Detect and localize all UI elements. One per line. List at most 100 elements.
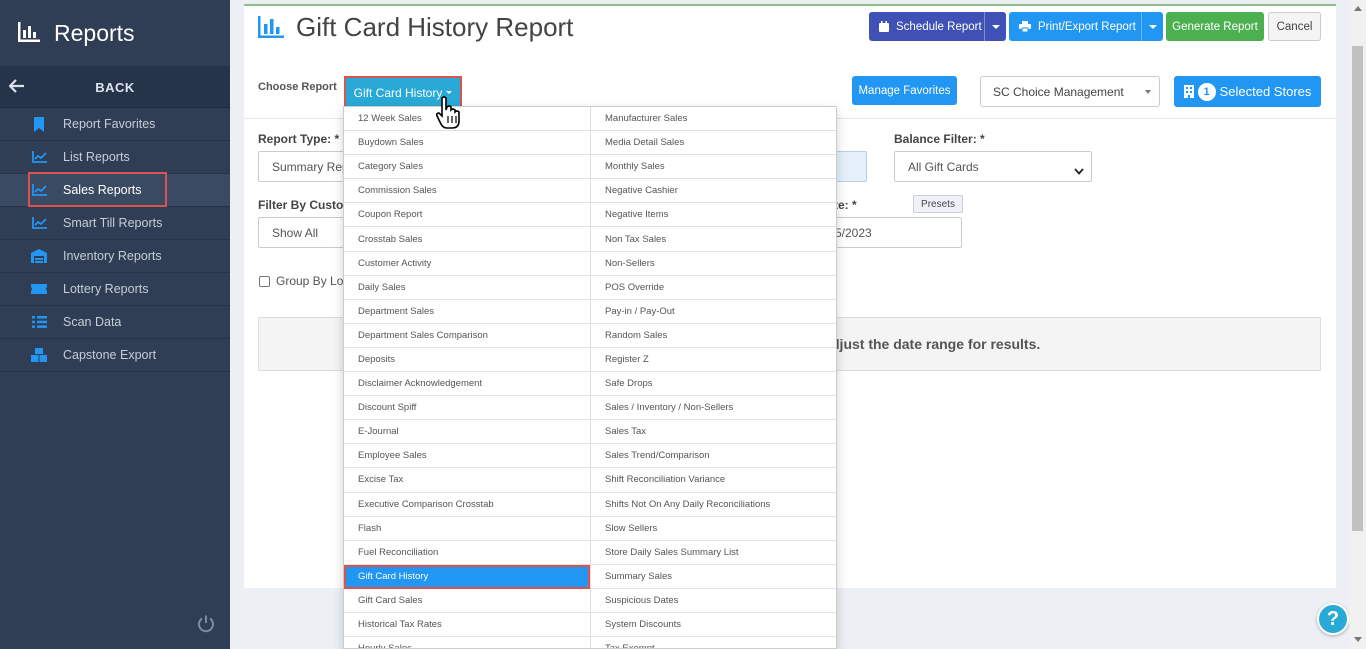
manage-favorites-button[interactable]: Manage Favorites [852, 76, 957, 105]
sidebar-item-smart-till-reports[interactable]: Smart Till Reports [0, 207, 230, 240]
menu-item-non-tax-sales[interactable]: Non Tax Sales [591, 227, 836, 252]
end-date-input[interactable]: 5/2023 [834, 217, 962, 248]
menu-item-commission-sales[interactable]: Commission Sales [344, 179, 590, 204]
date-field-partial[interactable] [834, 151, 867, 182]
menu-item-crosstab-sales[interactable]: Crosstab Sales [344, 227, 590, 252]
menu-item-monthly-sales[interactable]: Monthly Sales [591, 155, 836, 180]
menu-item-employee-sales[interactable]: Employee Sales [344, 444, 590, 469]
menu-item-summary-sales[interactable]: Summary Sales [591, 565, 836, 589]
menu-column-left: 12 Week Sales Buydown Sales Category Sales… [344, 107, 591, 648]
print-caret-button[interactable] [1141, 12, 1163, 41]
menu-item-system-discounts[interactable]: System Discounts [591, 613, 836, 638]
printer-icon [1019, 21, 1031, 32]
sidebar-item-inventory-reports[interactable]: Inventory Reports [0, 240, 230, 273]
balance-filter-select[interactable]: All Gift Cards [894, 151, 1092, 182]
menu-item-12-week-sales[interactable]: 12 Week Sales [344, 107, 590, 132]
menu-item-tax-exempt[interactable]: Tax Exempt [591, 637, 836, 648]
selected-stores-button[interactable]: 1 Selected Stores [1174, 76, 1321, 107]
menu-item-pos-override[interactable]: POS Override [591, 276, 836, 300]
building-icon [1183, 85, 1194, 98]
sidebar-item-label: List Reports [63, 150, 130, 164]
management-value: SC Choice Management [993, 84, 1124, 99]
sidebar-item-label: Scan Data [63, 315, 122, 329]
sidebar-item-label: Inventory Reports [63, 249, 162, 263]
menu-item-gift-card-sales[interactable]: Gift Card Sales [344, 589, 590, 613]
menu-item-flash[interactable]: Flash [344, 517, 590, 541]
schedule-report-label: Schedule Report [896, 20, 982, 33]
print-export-label: Print/Export Report [1038, 20, 1136, 33]
menu-item-slow-sellers[interactable]: Slow Sellers [591, 517, 836, 541]
sidebar-item-report-favorites[interactable]: Report Favorites [0, 108, 230, 141]
menu-item-hourly-sales[interactable]: Hourly Sales [344, 637, 590, 648]
management-select[interactable]: SC Choice Management [980, 76, 1160, 107]
sidebar-item-lottery-reports[interactable]: Lottery Reports [0, 273, 230, 306]
menu-item-daily-sales[interactable]: Daily Sales [344, 276, 590, 300]
sidebar: Reports BACK Report Favorites List Report… [0, 0, 230, 649]
help-button[interactable]: ? [1317, 603, 1349, 635]
sidebar-item-list-reports[interactable]: List Reports [0, 141, 230, 174]
header: Gift Card History Report Schedule Report… [244, 6, 1336, 119]
menu-item-fuel-reconciliation[interactable]: Fuel Reconciliation [344, 541, 590, 565]
sidebar-item-sales-reports[interactable]: Sales Reports [0, 172, 230, 207]
arrow-left-icon [8, 79, 25, 96]
menu-item-store-daily-sales-summary-list[interactable]: Store Daily Sales Summary List [591, 541, 836, 565]
page-scrollbar[interactable] [1349, 0, 1366, 649]
sidebar-item-capstone-export[interactable]: Capstone Export [0, 339, 230, 372]
menu-item-safe-drops[interactable]: Safe Drops [591, 372, 836, 397]
menu-item-sales-tax[interactable]: Sales Tax [591, 420, 836, 445]
scroll-down-icon[interactable] [1354, 637, 1362, 642]
menu-item-sales-inventory-non-sellers[interactable]: Sales / Inventory / Non-Sellers [591, 396, 836, 421]
caret-down-icon [1148, 24, 1157, 29]
selected-stores-label: Selected Stores [1219, 84, 1312, 99]
menu-item-suspicious-dates[interactable]: Suspicious Dates [591, 589, 836, 613]
power-icon[interactable] [196, 614, 216, 637]
menu-item-random-sales[interactable]: Random Sales [591, 324, 836, 348]
menu-item-negative-items[interactable]: Negative Items [591, 203, 836, 228]
back-button[interactable]: BACK [0, 67, 230, 108]
menu-item-discount-spiff[interactable]: Discount Spiff [344, 396, 590, 421]
print-export-button[interactable]: Print/Export Report [1009, 12, 1163, 41]
menu-item-media-detail-sales[interactable]: Media Detail Sales [591, 131, 836, 156]
menu-item-customer-activity[interactable]: Customer Activity [344, 252, 590, 276]
highlight-box [28, 172, 167, 207]
menu-item-gift-card-history[interactable]: Gift Card History [344, 564, 590, 589]
filter-customer-select[interactable]: Show All [258, 217, 348, 248]
menu-item-negative-cashier[interactable]: Negative Cashier [591, 179, 836, 204]
menu-item-department-sales[interactable]: Department Sales [344, 300, 590, 324]
menu-item-category-sales[interactable]: Category Sales [344, 155, 590, 180]
menu-item-shift-reconciliation-variance[interactable]: Shift Reconciliation Variance [591, 468, 836, 493]
menu-item-disclaimer-acknowledgement[interactable]: Disclaimer Acknowledgement [344, 372, 590, 397]
sidebar-item-label: Smart Till Reports [63, 216, 163, 230]
menu-item-manufacturer-sales[interactable]: Manufacturer Sales [591, 107, 836, 132]
menu-item-e-journal[interactable]: E-Journal [344, 420, 590, 445]
hand-pointer-icon [435, 96, 462, 133]
group-by-location-checkbox[interactable] [259, 276, 270, 287]
balance-filter-value: All Gift Cards [908, 159, 979, 174]
sidebar-title: Reports [54, 19, 135, 46]
menu-item-sales-trend-comparison[interactable]: Sales Trend/Comparison [591, 444, 836, 469]
sidebar-item-scan-data[interactable]: Scan Data [0, 306, 230, 339]
schedule-caret-button[interactable] [984, 12, 1006, 41]
filter-customer-label: Filter By Custom [258, 198, 355, 212]
menu-item-buydown-sales[interactable]: Buydown Sales [344, 131, 590, 156]
schedule-report-button[interactable]: Schedule Report [869, 12, 1006, 41]
bookmark-icon [31, 116, 47, 132]
menu-item-historical-tax-rates[interactable]: Historical Tax Rates [344, 613, 590, 638]
menu-item-department-sales-comparison[interactable]: Department Sales Comparison [344, 324, 590, 348]
scroll-up-icon[interactable] [1354, 6, 1362, 11]
generate-report-button[interactable]: Generate Report [1166, 12, 1264, 41]
end-date-label: te: * [834, 198, 857, 212]
menu-item-executive-comparison-crosstab[interactable]: Executive Comparison Crosstab [344, 493, 590, 517]
menu-item-coupon-report[interactable]: Coupon Report [344, 203, 590, 228]
menu-item-pay-in-pay-out[interactable]: Pay-in / Pay-Out [591, 300, 836, 324]
caret-down-icon [991, 24, 1000, 29]
scrollbar-thumb[interactable] [1352, 46, 1363, 531]
presets-button[interactable]: Presets [913, 195, 963, 213]
menu-item-non-sellers[interactable]: Non-Sellers [591, 252, 836, 276]
menu-item-excise-tax[interactable]: Excise Tax [344, 468, 590, 493]
chart-bar-icon [258, 16, 284, 41]
cancel-button[interactable]: Cancel [1268, 12, 1321, 41]
menu-item-deposits[interactable]: Deposits [344, 348, 590, 373]
menu-item-shifts-not-on-any-daily-reconciliations[interactable]: Shifts Not On Any Daily Reconciliations [591, 493, 836, 517]
menu-item-register-z[interactable]: Register Z [591, 348, 836, 373]
